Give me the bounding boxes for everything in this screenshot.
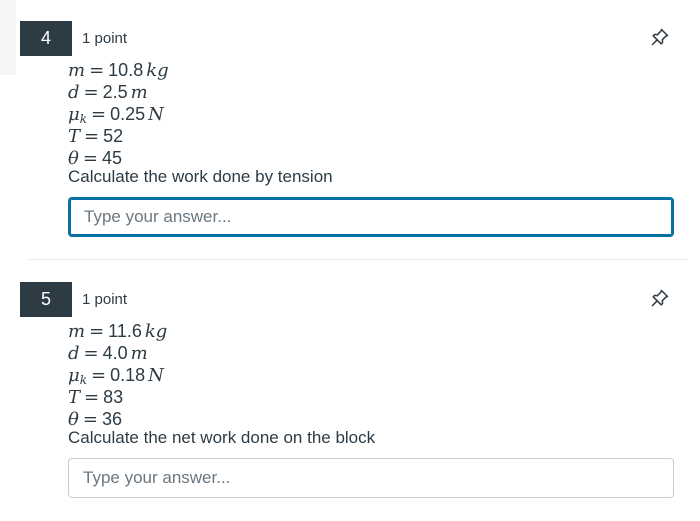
var-tension: T = 52 [68,126,124,147]
var-angle: θ = 36 [68,409,122,430]
question-divider [28,259,688,260]
var-friction-coefficient: μk = 0.25 N [68,104,164,126]
var-angle: θ = 45 [68,148,122,169]
question-number-badge: 5 [20,282,72,317]
question-points: 1 point [82,30,128,47]
pin-icon[interactable] [650,27,670,47]
question-prompt: Calculate the net work done on the block [68,428,376,447]
pin-icon[interactable] [650,288,670,308]
quiz-page: 4 1 point m = 10.8 kg d = 2.5 m μk = 0.25 N T = 52 [0,0,700,521]
question-points: 1 point [82,291,128,308]
question-number-badge: 4 [20,21,72,56]
var-mass: m = 11.6 kg [68,321,168,342]
var-distance: d = 4.0 m [68,343,148,364]
var-tension: T = 83 [68,387,124,408]
answer-input[interactable] [68,197,674,237]
var-mass: m = 10.8 kg [68,60,169,81]
left-edge-strip [0,0,16,75]
given-values: m = 11.6 kg d = 4.0 m μk = 0.18 N T = 83 θ = 36 [68,320,167,430]
var-friction-coefficient: μk = 0.18 N [68,365,164,387]
given-values: m = 10.8 kg d = 2.5 m μk = 0.25 N T = 52 θ = 45 [68,59,169,169]
var-distance: d = 2.5 m [68,82,148,103]
question-prompt: Calculate the work done by tension [68,167,333,186]
answer-input[interactable] [68,458,674,498]
